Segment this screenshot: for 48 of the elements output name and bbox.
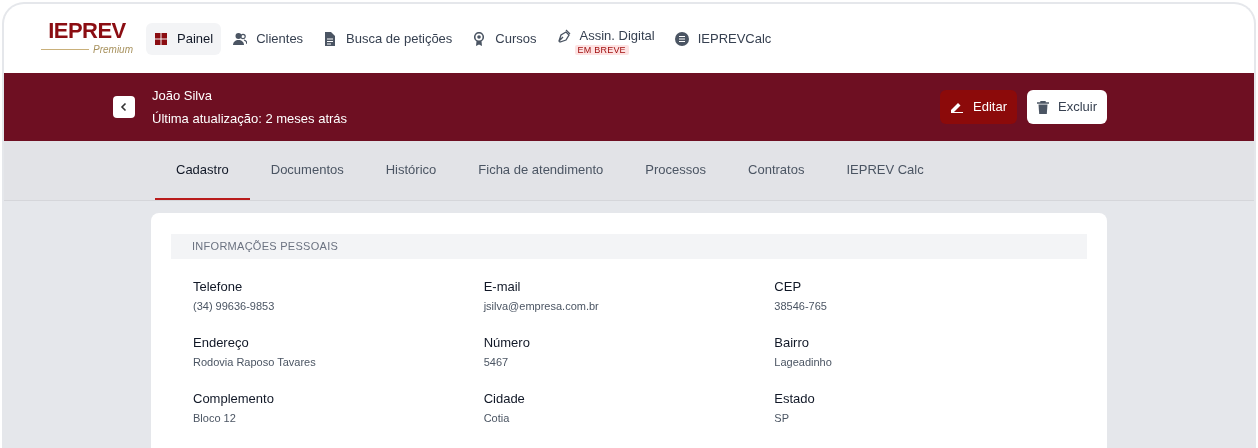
field-value: Bloco 12: [193, 411, 237, 425]
field-label: CEP: [774, 279, 803, 295]
field-label: Estado: [774, 391, 816, 407]
nav-item[interactable]: Assin. Digital EM BREVE: [548, 22, 663, 55]
field-label: Complemento: [193, 391, 275, 407]
pen-icon: [556, 28, 571, 43]
edit-button[interactable]: Editar: [940, 90, 1017, 124]
users-icon: [233, 31, 248, 46]
field-label: Bairro: [774, 335, 810, 351]
chevron-left-icon: [120, 102, 128, 112]
award-icon: [472, 31, 487, 46]
last-update-text: Última atualização: 2 meses atrás: [152, 110, 348, 128]
section-title: INFORMAÇÕES PESSOAIS: [192, 239, 339, 255]
field-label: Número: [483, 335, 531, 351]
nav-item[interactable]: Painel: [146, 22, 222, 55]
tab[interactable]: Cadastro: [155, 141, 250, 200]
field-value: 38546-765: [774, 299, 828, 313]
field-value: 5467: [483, 355, 510, 369]
tab[interactable]: Contratos: [727, 141, 826, 200]
coming-soon-badge: EM BREVE: [574, 44, 629, 55]
client-name: João Silva: [152, 86, 213, 105]
field-label: Cidade: [483, 391, 526, 407]
tab[interactable]: Documentos: [249, 141, 365, 200]
field-value: Rodovia Raposo Tavares: [193, 355, 317, 369]
tab[interactable]: Processos: [624, 141, 728, 200]
nav-item[interactable]: Clientes: [225, 22, 312, 55]
grid-icon: [154, 31, 168, 46]
back-button[interactable]: [113, 96, 135, 118]
tab[interactable]: Histórico: [364, 141, 458, 200]
field-value: jsilva@empresa.com.br: [483, 299, 600, 313]
field-label: E-mail: [483, 279, 522, 295]
pencil-icon: [950, 101, 964, 113]
nav-item[interactable]: IEPREVCalc: [666, 22, 780, 55]
field-value: Cotia: [483, 411, 511, 425]
field-value: (34) 99636-9853: [193, 299, 276, 313]
nav-item[interactable]: Cursos: [464, 22, 545, 55]
delete-button[interactable]: Excluir: [1027, 90, 1107, 124]
field-value: Lageadinho: [774, 355, 833, 369]
logo-subtitle: Premium: [93, 43, 133, 57]
field-label: Endereço: [193, 335, 250, 351]
logo-wordmark: IEPREV: [48, 20, 126, 42]
nav-item[interactable]: Busca de petições: [315, 22, 461, 55]
field-value: SP: [774, 411, 790, 425]
document-icon: [323, 31, 338, 46]
trash-icon: [1037, 100, 1049, 114]
field-label: Telefone: [193, 279, 244, 295]
tab[interactable]: IEPREV Calc: [825, 141, 945, 200]
tab[interactable]: Ficha de atendimento: [457, 141, 625, 200]
